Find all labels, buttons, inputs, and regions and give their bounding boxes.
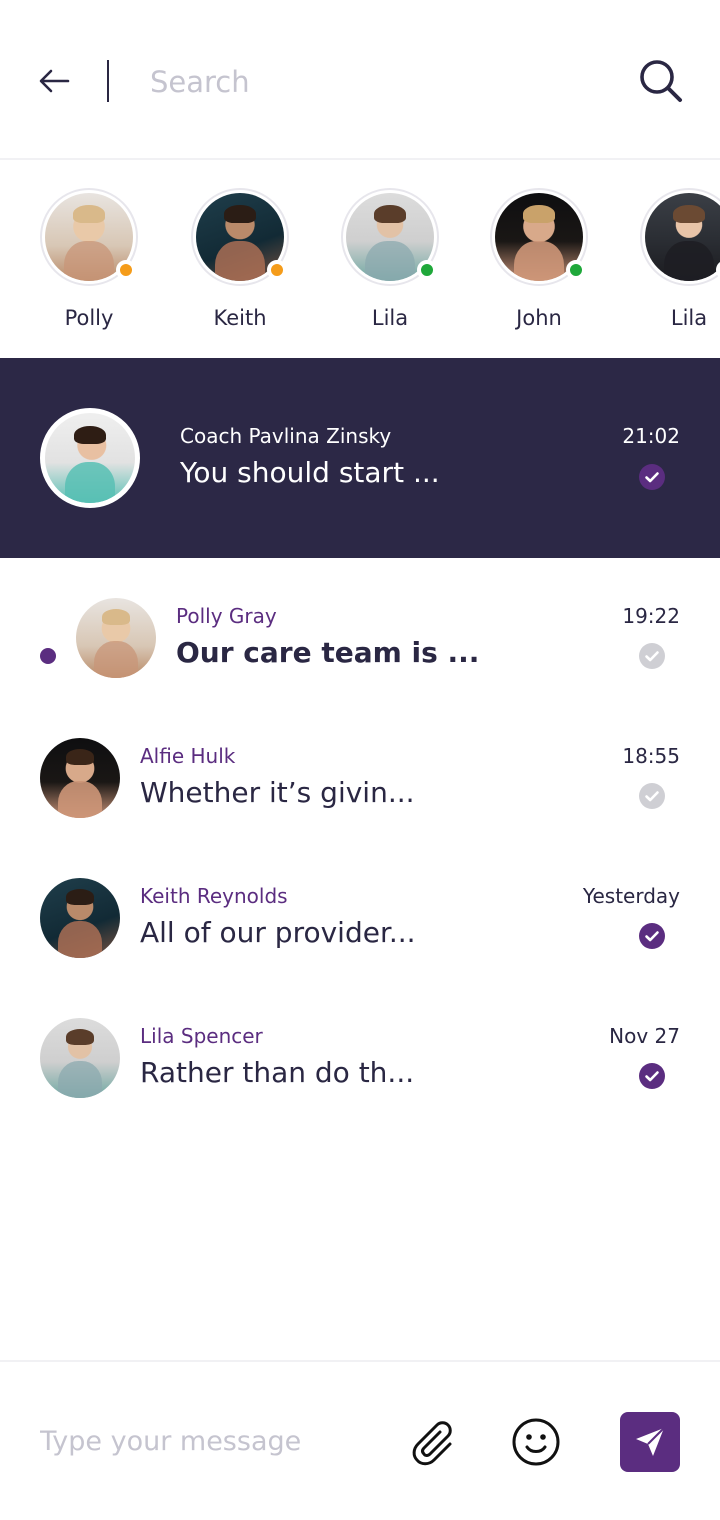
chat-time: Nov 27 xyxy=(609,1024,680,1048)
search-header xyxy=(0,0,720,160)
status-dot xyxy=(417,260,437,280)
header-divider xyxy=(107,60,109,102)
chat-preview: All of our provider... xyxy=(140,916,416,949)
unread-indicator xyxy=(40,648,56,664)
chat-preview: Our care team is ... xyxy=(176,636,480,669)
search-input[interactable] xyxy=(150,58,570,106)
message-composer xyxy=(0,1360,720,1520)
emoji-button[interactable] xyxy=(510,1416,562,1468)
avatar xyxy=(191,188,289,286)
send-button[interactable] xyxy=(620,1412,680,1472)
avatar xyxy=(40,878,120,958)
check-circle-icon xyxy=(639,1063,665,1089)
check-circle-icon xyxy=(639,923,665,949)
story-name: Keith xyxy=(213,306,267,330)
stories-row: Polly Keith Lila John Lila xyxy=(0,160,720,358)
chat-list-item[interactable]: Polly Gray Our care team is ... 19:22 xyxy=(0,558,720,698)
chat-preview: You should start ... xyxy=(180,456,440,489)
avatar xyxy=(640,188,720,286)
chat-time: 19:22 xyxy=(622,604,680,628)
active-chat-item[interactable]: Coach Pavlina Zinsky You should start ..… xyxy=(0,358,720,558)
avatar xyxy=(76,598,156,678)
avatar xyxy=(40,408,140,508)
chat-list-item[interactable]: Lila Spencer Rather than do th... Nov 27 xyxy=(0,978,720,1118)
story-name: Lila xyxy=(670,306,708,330)
message-input[interactable] xyxy=(40,1418,380,1464)
chat-list-item[interactable]: Keith Reynolds All of our provider... Ye… xyxy=(0,838,720,978)
chat-time: 21:02 xyxy=(622,424,680,448)
attach-button[interactable] xyxy=(406,1416,458,1468)
chat-time: Yesterday xyxy=(582,884,680,908)
story-name: Polly xyxy=(64,306,114,330)
arrow-left-icon xyxy=(39,69,70,93)
avatar xyxy=(490,188,588,286)
story-name: John xyxy=(516,306,562,330)
smiley-icon xyxy=(512,1418,560,1466)
story-item[interactable]: Keith xyxy=(185,188,295,338)
back-button[interactable] xyxy=(36,62,74,100)
chat-preview: Whether it’s givin... xyxy=(140,776,415,809)
story-item[interactable]: John xyxy=(484,188,594,338)
avatar xyxy=(40,738,120,818)
status-dot xyxy=(116,260,136,280)
paperclip-icon xyxy=(412,1421,452,1466)
send-icon xyxy=(636,1427,665,1456)
chat-list-item[interactable]: Alfie Hulk Whether it’s givin... 18:55 xyxy=(0,698,720,838)
story-item[interactable]: Lila xyxy=(335,188,445,338)
story-item[interactable]: Lila xyxy=(634,188,720,338)
check-circle-icon xyxy=(639,643,665,669)
check-circle-icon xyxy=(639,783,665,809)
story-name: Lila xyxy=(371,306,409,330)
chat-name: Lila Spencer xyxy=(140,1024,263,1048)
search-button[interactable] xyxy=(636,56,686,106)
chat-name: Keith Reynolds xyxy=(140,884,288,908)
story-item[interactable]: Polly xyxy=(34,188,144,338)
check-circle-icon xyxy=(639,464,665,490)
chat-time: 18:55 xyxy=(622,744,680,768)
avatar xyxy=(40,188,138,286)
avatar xyxy=(341,188,439,286)
status-dot xyxy=(267,260,287,280)
search-icon xyxy=(640,60,682,102)
chat-name: Alfie Hulk xyxy=(140,744,236,768)
status-dot xyxy=(566,260,586,280)
avatar xyxy=(40,1018,120,1098)
chat-name: Polly Gray xyxy=(176,604,277,628)
chat-name: Coach Pavlina Zinsky xyxy=(180,424,392,448)
chat-preview: Rather than do th... xyxy=(140,1056,415,1089)
